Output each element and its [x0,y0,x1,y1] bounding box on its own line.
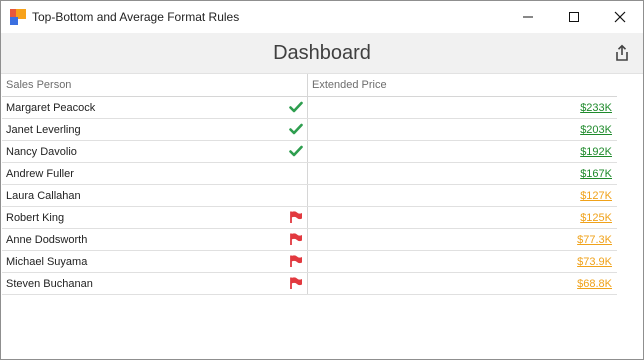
extended-price-cell: $127K [308,185,616,206]
table-row[interactable]: Anne Dodsworth $77.3K [2,229,617,251]
sales-person-name: Laura Callahan [6,189,81,202]
extended-price-link[interactable]: $127K [580,190,612,202]
extended-price-cell: $192K [308,141,616,162]
close-icon [614,11,626,22]
extended-price-cell: $167K [308,163,616,184]
sales-person-cell: Steven Buchanan [2,273,308,294]
flag-icon [290,255,302,267]
sales-person-name: Margaret Peacock [6,101,96,114]
sales-person-name: Nancy Davolio [6,145,77,158]
flag-icon [290,277,302,289]
sales-person-cell: Andrew Fuller [2,163,308,184]
maximize-button[interactable] [551,1,597,32]
extended-price-link[interactable]: $68.8K [577,278,612,290]
table-row[interactable]: Andrew Fuller $167K [2,163,617,185]
close-button[interactable] [597,1,643,32]
flag-icon [290,233,302,245]
export-button[interactable] [612,43,632,63]
table-row[interactable]: Robert King $125K [2,207,617,229]
extended-price-link[interactable]: $125K [580,212,612,224]
dashboard-title: Dashboard [273,41,371,64]
checkmark-icon [289,123,303,135]
extended-price-link[interactable]: $203K [580,124,612,136]
table-row[interactable]: Steven Buchanan $68.8K [2,273,617,295]
extended-price-link[interactable]: $233K [580,102,612,114]
extended-price-link[interactable]: $192K [580,146,612,158]
extended-price-cell: $73.9K [308,251,616,272]
extended-price-cell: $77.3K [308,229,616,250]
extended-price-link[interactable]: $167K [580,168,612,180]
sales-grid: Sales Person Extended Price Margaret Pea… [2,74,617,295]
sales-person-name: Janet Leverling [6,123,81,136]
grid-body: Margaret Peacock $233K Janet Leverling $203… [2,97,617,295]
sales-person-cell: Janet Leverling [2,119,308,140]
sales-person-name: Steven Buchanan [6,277,93,290]
sales-person-cell: Robert King [2,207,308,228]
column-header-extended-price[interactable]: Extended Price [308,74,616,96]
minimize-button[interactable] [505,1,551,32]
table-row[interactable]: Nancy Davolio $192K [2,141,617,163]
extended-price-link[interactable]: $73.9K [577,256,612,268]
flag-icon [290,211,302,223]
grid-header: Sales Person Extended Price [2,74,617,97]
extended-price-cell: $125K [308,207,616,228]
sales-person-name: Andrew Fuller [6,167,74,180]
table-row[interactable]: Laura Callahan $127K [2,185,617,207]
sales-person-cell: Michael Suyama [2,251,308,272]
sales-person-cell: Nancy Davolio [2,141,308,162]
extended-price-cell: $233K [308,97,616,118]
sales-person-cell: Margaret Peacock [2,97,308,118]
sales-person-name: Robert King [6,211,65,224]
table-row[interactable]: Janet Leverling $203K [2,119,617,141]
export-icon [616,44,628,61]
app-window: Top-Bottom and Average Format Rules Dash… [0,0,644,360]
column-header-sales-person[interactable]: Sales Person [2,74,308,96]
minimize-icon [523,16,533,17]
extended-price-link[interactable]: $77.3K [577,234,612,246]
extended-price-cell: $68.8K [308,273,616,294]
dashboard-header: Dashboard [1,33,643,74]
checkmark-icon [289,101,303,113]
sales-person-cell: Laura Callahan [2,185,308,206]
window-title: Top-Bottom and Average Format Rules [32,9,240,24]
table-row[interactable]: Margaret Peacock $233K [2,97,617,119]
sales-person-name: Anne Dodsworth [6,233,88,246]
title-bar: Top-Bottom and Average Format Rules [1,1,643,33]
maximize-icon [569,11,579,22]
table-row[interactable]: Michael Suyama $73.9K [2,251,617,273]
extended-price-cell: $203K [308,119,616,140]
checkmark-icon [289,145,303,157]
sales-person-name: Michael Suyama [6,255,88,268]
app-logo-icon [10,8,26,25]
sales-person-cell: Anne Dodsworth [2,229,308,250]
